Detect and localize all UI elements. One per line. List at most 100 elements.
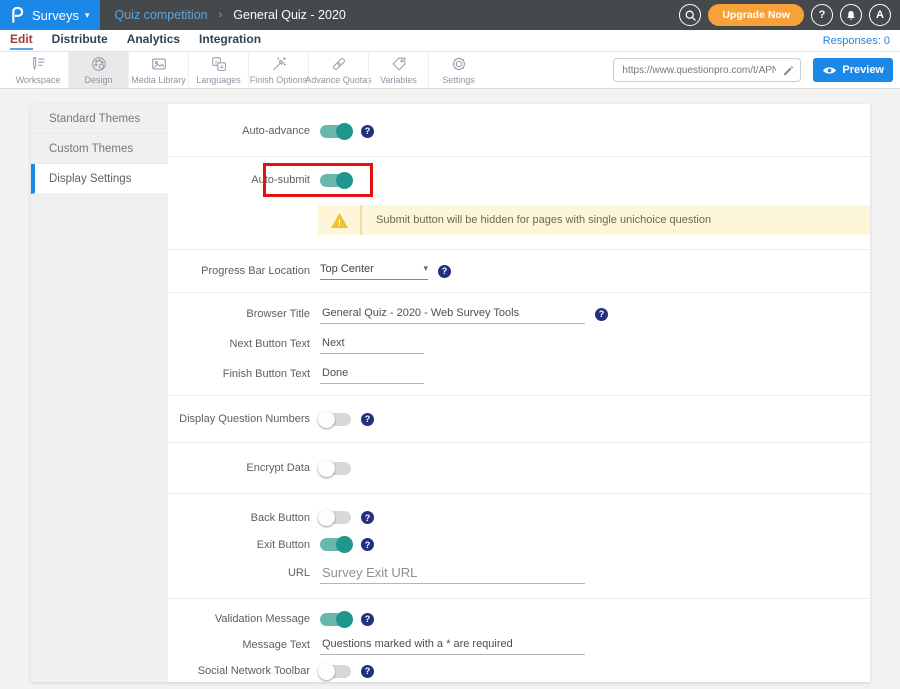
section-auto-submit: Auto-submit ! Submit button will be hidd… <box>168 157 870 249</box>
browser-title-label: Browser Title <box>168 308 320 320</box>
section-auto-advance: Auto-advance ? <box>168 104 870 156</box>
display-question-numbers-row: Display Question Numbers ? <box>168 406 870 432</box>
tab-media-library-label: Media Library <box>131 75 186 85</box>
progress-bar-location-label: Progress Bar Location <box>168 265 320 277</box>
back-button-help-icon[interactable]: ? <box>361 511 374 524</box>
auto-submit-label: Auto-submit <box>168 174 320 186</box>
nav-item-edit[interactable]: Edit <box>10 32 33 50</box>
tab-variables-label: Variables <box>380 75 417 85</box>
validation-message-row: Validation Message ? <box>168 606 870 632</box>
top-header: Surveys ▾ Quiz competition › General Qui… <box>0 0 900 30</box>
back-button-row: Back Button ? <box>168 504 870 531</box>
preview-button-label: Preview <box>842 64 884 76</box>
auto-advance-row: Auto-advance ? <box>168 118 870 144</box>
tab-workspace-label: Workspace <box>16 75 61 85</box>
back-button-toggle[interactable] <box>320 511 351 524</box>
social-network-toolbar-toggle[interactable] <box>320 665 351 678</box>
next-button-text-label: Next Button Text <box>168 338 320 350</box>
auto-advance-label: Auto-advance <box>168 125 320 137</box>
tab-workspace[interactable]: Workspace <box>8 52 68 88</box>
sidebar-item-custom-themes[interactable]: Custom Themes <box>31 134 168 164</box>
exit-button-row: Exit Button ? <box>168 531 870 558</box>
main-nav: Edit Distribute Analytics Integration Re… <box>0 30 900 52</box>
tab-settings[interactable]: Settings <box>428 52 488 88</box>
breadcrumb: Quiz competition › General Quiz - 2020 <box>115 8 346 22</box>
validation-message-help-icon[interactable]: ? <box>361 613 374 626</box>
avatar[interactable]: A <box>869 4 891 26</box>
breadcrumb-folder[interactable]: Quiz competition <box>115 8 208 22</box>
browser-title-help-icon[interactable]: ? <box>595 308 608 321</box>
tab-settings-label: Settings <box>442 75 475 85</box>
help-button[interactable]: ? <box>811 4 833 26</box>
validation-message-toggle[interactable] <box>320 613 351 626</box>
section-question-numbers: Display Question Numbers ? <box>168 396 870 442</box>
toggle-knob <box>318 663 335 680</box>
tab-media-library[interactable]: Media Library <box>128 52 188 88</box>
edit-url-button[interactable] <box>776 59 800 81</box>
nav-item-distribute[interactable]: Distribute <box>52 32 108 50</box>
tab-design[interactable]: Design <box>68 52 128 88</box>
encrypt-data-toggle[interactable] <box>320 462 351 475</box>
advance-quotas-links-icon <box>330 55 348 73</box>
design-palette-icon <box>90 55 108 73</box>
section-progress-bar: Progress Bar Location Top Center ▾ ? <box>168 250 870 292</box>
exit-url-label: URL <box>168 567 320 579</box>
tab-advance-quotas[interactable]: Advance Quotas <box>308 52 368 88</box>
warning-icon-box: ! <box>318 205 362 235</box>
chevron-down-icon: ▾ <box>423 263 428 274</box>
sidebar-item-standard-themes[interactable]: Standard Themes <box>31 104 168 134</box>
finish-button-text-input[interactable] <box>320 365 424 384</box>
media-library-icon <box>150 55 168 73</box>
responses-count[interactable]: Responses: 0 <box>823 35 890 47</box>
survey-title: General Quiz - 2020 <box>233 8 346 22</box>
toolbar-right: https://www.questionpro.com/t/APNrFZ Pre… <box>613 52 900 88</box>
nav-item-integration[interactable]: Integration <box>199 32 261 50</box>
auto-advance-help-icon[interactable]: ? <box>361 125 374 138</box>
progress-bar-location-help-icon[interactable]: ? <box>438 265 451 278</box>
message-text-input[interactable] <box>320 636 585 655</box>
content-area: Standard Themes Custom Themes Display Se… <box>0 89 900 682</box>
display-question-numbers-help-icon[interactable]: ? <box>361 413 374 426</box>
display-question-numbers-toggle[interactable] <box>320 413 351 426</box>
progress-bar-location-value: Top Center <box>320 263 374 275</box>
product-menu[interactable]: Surveys ▾ <box>0 0 100 30</box>
toggle-knob <box>336 536 353 553</box>
section-encrypt: Encrypt Data <box>168 443 870 493</box>
upgrade-now-button[interactable]: Upgrade Now <box>708 4 804 26</box>
exit-button-toggle[interactable] <box>320 538 351 551</box>
preview-button[interactable]: Preview <box>813 58 893 82</box>
warning-banner: ! Submit button will be hidden for pages… <box>318 205 870 235</box>
validation-message-label: Validation Message <box>168 613 320 625</box>
edit-toolbar: Workspace Design Media Library x A Langu… <box>0 52 900 89</box>
exit-button-help-icon[interactable]: ? <box>361 538 374 551</box>
svg-text:A: A <box>219 65 223 71</box>
progress-bar-location-select[interactable]: Top Center ▾ <box>320 263 428 280</box>
section-validation: Validation Message ? Message Text Social… <box>168 599 870 682</box>
design-panel: Standard Themes Custom Themes Display Se… <box>31 104 870 682</box>
social-network-toolbar-help-icon[interactable]: ? <box>361 665 374 678</box>
tab-languages[interactable]: x A Languages <box>188 52 248 88</box>
sidebar-item-display-settings[interactable]: Display Settings <box>31 164 168 194</box>
toggle-knob <box>318 460 335 477</box>
browser-title-input[interactable] <box>320 305 585 324</box>
warning-text: Submit button will be hidden for pages w… <box>362 205 711 235</box>
auto-submit-toggle[interactable] <box>320 174 351 187</box>
exit-url-input[interactable] <box>320 563 585 584</box>
section-navigation-buttons: Back Button ? Exit Button ? URL <box>168 494 870 598</box>
survey-url-box[interactable]: https://www.questionpro.com/t/APNrFZ <box>613 58 801 82</box>
notifications-button[interactable] <box>840 4 862 26</box>
eye-icon <box>822 65 837 76</box>
tab-variables[interactable]: Variables <box>368 52 428 88</box>
bell-icon <box>845 9 857 22</box>
auto-advance-toggle[interactable] <box>320 125 351 138</box>
tab-finish-options[interactable]: Finish Options <box>248 52 308 88</box>
exit-url-row: URL <box>168 558 870 588</box>
nav-item-analytics[interactable]: Analytics <box>127 32 180 50</box>
encrypt-data-row: Encrypt Data <box>168 455 870 481</box>
next-button-text-input[interactable] <box>320 335 424 354</box>
search-button[interactable] <box>679 4 701 26</box>
exit-button-label: Exit Button <box>168 539 320 551</box>
svg-text:!: ! <box>337 218 340 229</box>
display-settings-form: Auto-advance ? Auto-submit ! <box>168 104 870 682</box>
display-question-numbers-label: Display Question Numbers <box>168 413 320 425</box>
